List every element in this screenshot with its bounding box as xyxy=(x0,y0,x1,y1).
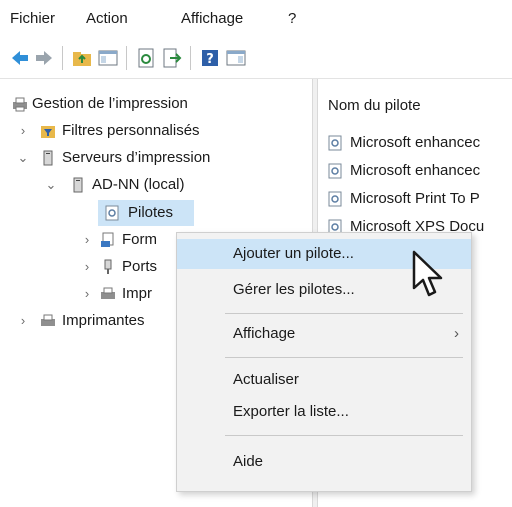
expand-chevron-icon[interactable]: › xyxy=(16,308,30,334)
tree-item-label: Impr xyxy=(122,285,152,302)
toolbar-separator xyxy=(126,46,127,70)
menu-item-label: Affichage xyxy=(233,325,296,342)
tree-item-server-local[interactable]: ⌄ AD-NN (local) xyxy=(0,172,312,198)
tree-item-deployed-printers[interactable]: › Imprimantes xyxy=(0,308,176,334)
tree-item-drivers[interactable]: Pilotes xyxy=(98,200,194,226)
list-item-label: Microsoft enhancec xyxy=(350,162,481,179)
menu-separator xyxy=(225,357,463,358)
forward-arrow-icon[interactable] xyxy=(34,48,54,68)
expand-chevron-icon[interactable]: › xyxy=(80,227,94,253)
tree-item-printers-sub[interactable]: › Impr xyxy=(0,281,176,307)
tree-item-label: Form xyxy=(122,231,157,248)
expand-chevron-icon[interactable]: › xyxy=(16,118,30,144)
driver-icon xyxy=(328,135,342,151)
tree-item-forms[interactable]: › Form xyxy=(0,227,176,253)
menu-item-label: Aide xyxy=(233,453,264,470)
driver-icon xyxy=(328,163,342,179)
mouse-cursor-icon xyxy=(412,250,443,297)
menu-separator xyxy=(225,313,463,314)
tree-item-label: Imprimantes xyxy=(62,312,145,329)
action-pane-icon[interactable] xyxy=(226,48,246,68)
tree-item-label: AD-NN (local) xyxy=(92,176,185,193)
printer-icon xyxy=(41,314,55,326)
driver-icon xyxy=(105,205,119,221)
menu-help[interactable]: ? xyxy=(288,10,296,27)
menu-item-label: Ajouter un pilote... xyxy=(233,245,354,262)
refresh-icon[interactable] xyxy=(136,48,156,68)
expand-chevron-icon[interactable]: › xyxy=(80,254,94,280)
menu-item-label: Gérer les pilotes... xyxy=(233,281,355,298)
tree-item-servers[interactable]: ⌄ Serveurs d’impression xyxy=(0,145,312,171)
menu-separator xyxy=(225,435,463,436)
menu-item-refresh[interactable]: Actualiser xyxy=(177,365,471,395)
column-header-driver-name[interactable]: Nom du pilote xyxy=(328,97,421,114)
driver-icon xyxy=(328,191,342,207)
filter-folder-icon xyxy=(41,126,55,138)
tree-item-label: Ports xyxy=(122,258,158,275)
menu-item-help[interactable]: Aide xyxy=(177,447,471,477)
menu-item-label: Actualiser xyxy=(233,371,299,388)
menu-item-label: Exporter la liste... xyxy=(233,403,349,420)
help-icon[interactable]: ? xyxy=(200,48,220,68)
toolbar: ? xyxy=(0,38,512,79)
list-item-label: Microsoft enhancec xyxy=(350,134,481,151)
menu-action[interactable]: Action xyxy=(86,10,128,27)
chevron-right-icon: › xyxy=(454,325,459,342)
folder-up-icon[interactable] xyxy=(72,48,92,68)
tree-item-ports[interactable]: › Ports xyxy=(0,254,176,280)
menu-affichage[interactable]: Affichage xyxy=(181,10,243,27)
collapse-chevron-icon[interactable]: ⌄ xyxy=(44,172,58,198)
menu-item-export-list[interactable]: Exporter la liste... xyxy=(177,397,471,427)
tree-item-root[interactable]: Gestion de l’impression xyxy=(0,91,312,117)
tree-item-label: Pilotes xyxy=(128,204,174,221)
export-list-icon[interactable] xyxy=(162,48,182,68)
server-icon xyxy=(73,177,83,193)
tree-item-label: Gestion de l’impression xyxy=(32,95,188,112)
printer-icon xyxy=(101,287,115,299)
port-icon xyxy=(104,259,112,274)
svg-text:?: ? xyxy=(206,52,214,67)
back-arrow-icon[interactable] xyxy=(10,48,30,68)
list-item-label: Microsoft Print To P xyxy=(350,190,480,207)
expand-chevron-icon[interactable]: › xyxy=(80,281,94,307)
print-management-icon xyxy=(13,97,27,112)
toolbar-separator xyxy=(62,46,63,70)
collapse-chevron-icon[interactable]: ⌄ xyxy=(16,145,30,171)
tree-item-label: Serveurs d’impression xyxy=(62,149,211,166)
console-tree-icon[interactable] xyxy=(98,48,118,68)
forms-icon xyxy=(101,232,114,247)
toolbar-separator xyxy=(190,46,191,70)
server-icon xyxy=(43,150,53,166)
tree-item-filters[interactable]: › Filtres personnalisés xyxy=(0,118,312,144)
menu-item-view[interactable]: Affichage › xyxy=(177,319,471,349)
tree-item-label: Filtres personnalisés xyxy=(62,122,200,139)
menu-fichier[interactable]: Fichier xyxy=(10,10,55,27)
menu-bar: Fichier Action Affichage ? xyxy=(0,0,512,38)
